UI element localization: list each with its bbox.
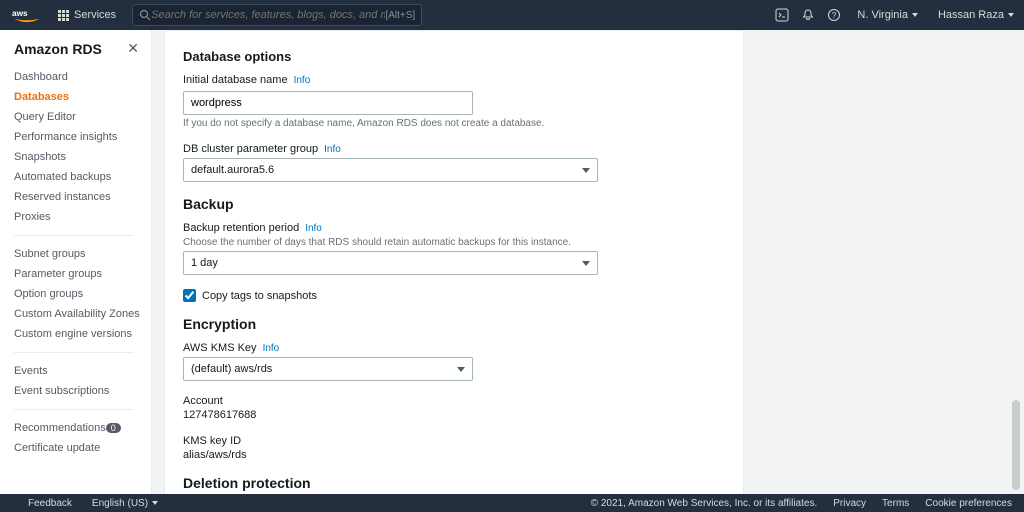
sidenav-item-query-editor[interactable]: Query Editor xyxy=(14,107,151,127)
feedback-link[interactable]: Feedback xyxy=(28,498,72,509)
region-selector[interactable]: N. Virginia xyxy=(847,9,928,21)
chevron-down-icon xyxy=(912,13,918,17)
sidenav-item-automated-backups[interactable]: Automated backups xyxy=(14,167,151,187)
sidenav-group-c: EventsEvent subscriptions xyxy=(14,361,151,401)
main-content: Database options Initial database name In… xyxy=(152,30,1024,494)
retention-label: Backup retention period xyxy=(183,222,299,234)
chevron-down-icon xyxy=(152,501,158,505)
sidenav-item-snapshots[interactable]: Snapshots xyxy=(14,147,151,167)
global-search[interactable]: [Alt+S] xyxy=(132,4,422,26)
kms-id-value: alias/aws/rds xyxy=(183,449,725,461)
services-menu[interactable]: Services xyxy=(50,9,124,21)
kms-key-select[interactable]: (default) aws/rds xyxy=(183,357,473,381)
sidenav-item-databases[interactable]: Databases xyxy=(14,87,151,107)
search-icon xyxy=(139,9,151,21)
kms-id-label: KMS key ID xyxy=(183,435,725,447)
initial-db-help: If you do not specify a database name, A… xyxy=(183,118,725,129)
footer-links: Privacy Terms Cookie preferences xyxy=(817,498,1012,509)
sidenav-item-custom-engine-versions[interactable]: Custom engine versions xyxy=(14,324,151,344)
support-icon[interactable]: ? xyxy=(821,8,847,22)
copyright: © 2021, Amazon Web Services, Inc. or its… xyxy=(591,498,818,509)
recommendations-badge: 0 xyxy=(106,423,121,433)
grid-icon xyxy=(58,10,69,21)
initial-db-name-input[interactable] xyxy=(183,91,473,115)
chevron-down-icon xyxy=(1008,13,1014,17)
services-label: Services xyxy=(74,9,116,21)
kms-label: AWS KMS Key xyxy=(183,342,257,354)
sidenav-group-a: DashboardDatabasesQuery EditorPerformanc… xyxy=(14,67,151,227)
cluster-pg-select[interactable]: default.aurora5.6 xyxy=(183,158,598,182)
sidenav-item-event-subscriptions[interactable]: Event subscriptions xyxy=(14,381,151,401)
sidenav-item-option-groups[interactable]: Option groups xyxy=(14,284,151,304)
language-selector[interactable]: English (US) xyxy=(92,498,158,509)
footer-link-terms[interactable]: Terms xyxy=(882,498,909,509)
sidenav-item-dashboard[interactable]: Dashboard xyxy=(14,67,151,87)
svg-text:aws: aws xyxy=(12,9,28,18)
deletion-heading: Deletion protection xyxy=(183,475,725,491)
sidenav-group-b: Subnet groupsParameter groupsOption grou… xyxy=(14,244,151,344)
chevron-down-icon xyxy=(457,367,465,372)
info-link[interactable]: Info xyxy=(294,75,311,86)
sidenav-item-subnet-groups[interactable]: Subnet groups xyxy=(14,244,151,264)
footer: Feedback English (US) © 2021, Amazon Web… xyxy=(0,494,1024,512)
search-shortcut: [Alt+S] xyxy=(385,10,415,21)
encryption-heading: Encryption xyxy=(183,316,725,332)
chevron-down-icon xyxy=(582,261,590,266)
footer-link-cookie-preferences[interactable]: Cookie preferences xyxy=(925,498,1012,509)
account-menu[interactable]: Hassan Raza xyxy=(928,9,1024,21)
configuration-panel: Database options Initial database name In… xyxy=(164,30,744,494)
sidenav-title: Amazon RDS xyxy=(14,41,102,57)
sidenav-item-performance-insights[interactable]: Performance insights xyxy=(14,127,151,147)
info-link[interactable]: Info xyxy=(263,343,280,354)
account-value: 127478617688 xyxy=(183,409,725,421)
scrollbar[interactable] xyxy=(1010,30,1020,494)
cluster-pg-label: DB cluster parameter group xyxy=(183,143,318,155)
database-options-heading: Database options xyxy=(183,49,725,64)
retention-help: Choose the number of days that RDS shoul… xyxy=(183,237,725,248)
footer-link-privacy[interactable]: Privacy xyxy=(833,498,866,509)
sidenav-item-parameter-groups[interactable]: Parameter groups xyxy=(14,264,151,284)
close-icon[interactable]: ✕ xyxy=(127,40,139,57)
chevron-down-icon xyxy=(582,168,590,173)
backup-heading: Backup xyxy=(183,196,725,212)
sidenav-item-custom-availability-zones[interactable]: Custom Availability Zones xyxy=(14,304,151,324)
svg-text:?: ? xyxy=(832,11,837,20)
info-link[interactable]: Info xyxy=(305,223,322,234)
aws-logo: aws xyxy=(12,6,42,24)
search-input[interactable] xyxy=(151,9,385,21)
sidenav-item-reserved-instances[interactable]: Reserved instances xyxy=(14,187,151,207)
copy-tags-checkbox[interactable]: Copy tags to snapshots xyxy=(183,289,725,302)
sidenav-recommendations[interactable]: Recommendations0 xyxy=(14,418,151,438)
notifications-icon[interactable] xyxy=(795,8,821,22)
sidenav-item-proxies[interactable]: Proxies xyxy=(14,207,151,227)
side-nav: Amazon RDS ✕ DashboardDatabasesQuery Edi… xyxy=(0,30,152,494)
sidenav-certificate[interactable]: Certificate update xyxy=(14,438,151,458)
sidenav-item-events[interactable]: Events xyxy=(14,361,151,381)
retention-select[interactable]: 1 day xyxy=(183,251,598,275)
account-label: Account xyxy=(183,395,725,407)
initial-db-label: Initial database name xyxy=(183,74,288,86)
top-nav: aws Services [Alt+S] ? N. Virginia Hassa… xyxy=(0,0,1024,30)
cloudshell-icon[interactable] xyxy=(769,8,795,22)
info-link[interactable]: Info xyxy=(324,144,341,155)
